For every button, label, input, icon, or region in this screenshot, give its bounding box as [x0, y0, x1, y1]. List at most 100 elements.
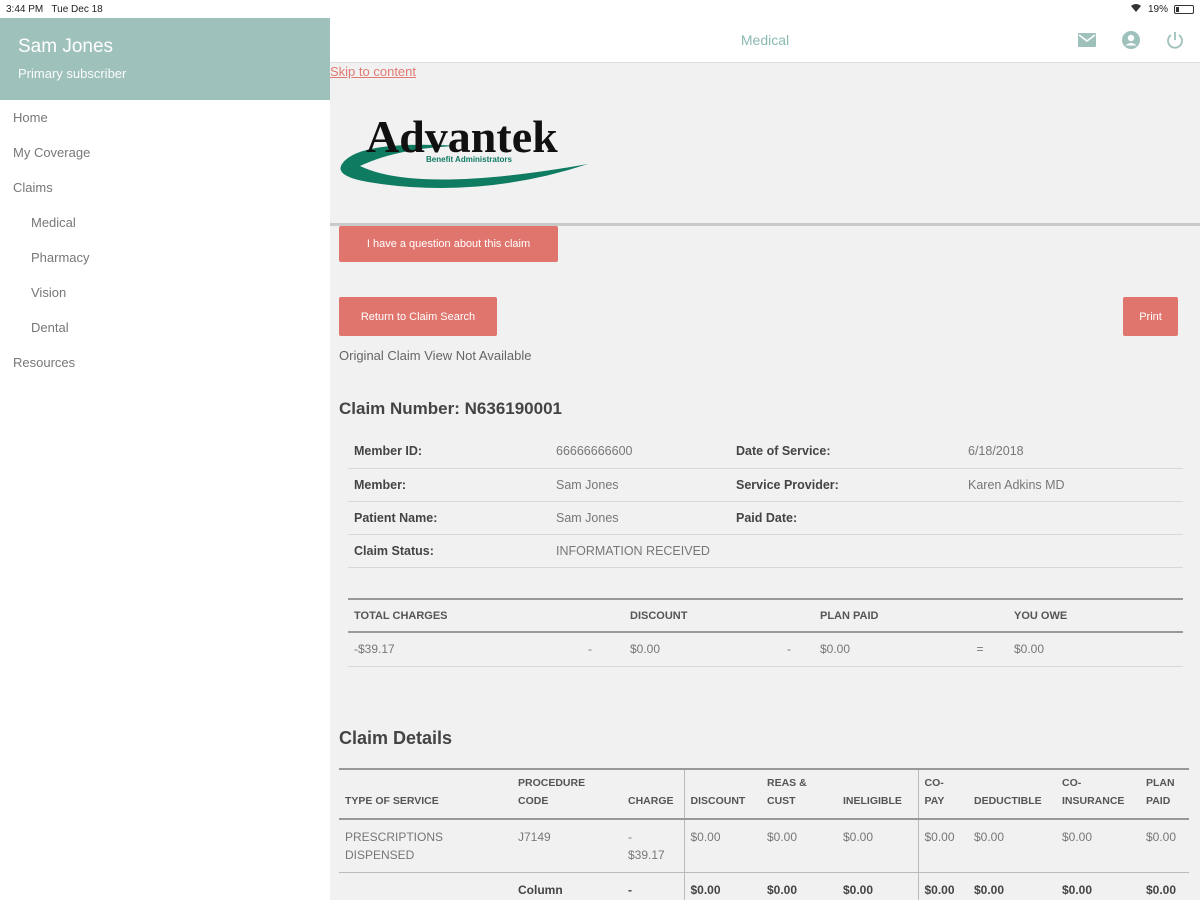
logo-band: Advantek Benefit Administrators — [330, 80, 1200, 226]
return-to-claim-search-button[interactable]: Return to Claim Search — [339, 297, 497, 336]
top-bar-icons — [1076, 29, 1186, 51]
status-bar: 3:44 PM Tue Dec 18 19% — [0, 0, 1200, 18]
page-title: Medical — [740, 32, 790, 48]
sidebar-item-home[interactable]: Home — [0, 108, 330, 143]
table-row: PRESCRIPTIONS DISPENSED J7149 - $39.17 $0.… — [339, 819, 1189, 873]
status-time-date: 3:44 PM Tue Dec 18 — [6, 4, 103, 15]
sidebar-nav: Home My Coverage Claims Medical Pharmacy… — [0, 108, 330, 388]
claim-number: Claim Number: N636190001 — [339, 399, 563, 418]
top-bar: Medical — [330, 18, 1200, 63]
status-time: 3:44 PM — [6, 3, 44, 15]
you-owe-header: YOU OWE — [1008, 598, 1183, 633]
total-charges-header: TOTAL CHARGES — [348, 598, 624, 633]
table-total-row: Column - $0.00 $0.00 $0.00 $0.00 $0.00 $… — [339, 872, 1189, 900]
member-label: Member: — [348, 468, 550, 502]
details-header-row: TYPE OF SERVICE PROCEDURE CODE CHARGE DIS… — [339, 768, 1189, 820]
skip-to-content-link[interactable]: Skip to content — [330, 64, 416, 79]
paid-date-value — [962, 501, 1183, 535]
total-discount-cell: $0.00 — [683, 872, 761, 900]
totals-row: -$39.17 - $0.00 - $0.00 = $0.00 — [348, 632, 1183, 667]
totals-header-row: TOTAL CHARGES DISCOUNT PLAN PAID YOU OWE — [348, 598, 1183, 633]
copay-header-line2: PAY — [924, 795, 945, 807]
discount-value: $0.00 — [624, 632, 764, 667]
patient-name-value: Sam Jones — [550, 501, 730, 535]
power-icon[interactable] — [1164, 29, 1186, 51]
coinsurance-cell: $0.00 — [1056, 819, 1140, 873]
sidebar-item-medical[interactable]: Medical — [0, 213, 330, 248]
plan-paid-header-line2: PAID — [1146, 795, 1171, 807]
member-id-label: Member ID: — [348, 435, 550, 469]
sidebar-item-my-coverage[interactable]: My Coverage — [0, 143, 330, 178]
total-charge-cell: - — [622, 872, 684, 900]
type-of-service-cell: PRESCRIPTIONS DISPENSED — [339, 819, 512, 873]
total-empty-cell — [339, 872, 512, 900]
sidebar: Sam Jones Primary subscriber Home My Cov… — [0, 18, 330, 900]
plan-paid-header: PLAN PAID — [1140, 768, 1189, 820]
procedure-code-cell: J7149 — [512, 819, 622, 873]
sidebar-item-claims[interactable]: Claims — [0, 178, 330, 213]
copay-cell: $0.00 — [917, 819, 968, 873]
sidebar-item-vision[interactable]: Vision — [0, 283, 330, 318]
charge-amount: $39.17 — [628, 848, 665, 862]
total-deductible-cell: $0.00 — [968, 872, 1056, 900]
reas-cust-header: REAS & CUST — [761, 768, 837, 820]
copay-header: CO- PAY — [917, 768, 968, 820]
claim-status-value: INFORMATION RECEIVED — [550, 534, 1183, 568]
claim-details-title: Claim Details — [339, 728, 453, 748]
patient-name-label: Patient Name: — [348, 501, 550, 535]
you-owe-value: $0.00 — [1008, 632, 1183, 667]
advantek-logo: Advantek Benefit Administrators — [340, 111, 588, 188]
service-provider-label: Service Provider: — [730, 468, 962, 502]
status-right: 19% — [1130, 3, 1194, 16]
claim-details-table: TYPE OF SERVICE PROCEDURE CODE CHARGE DIS… — [339, 768, 1189, 900]
sidebar-item-dental[interactable]: Dental — [0, 318, 330, 353]
date-of-service-value: 6/18/2018 — [962, 435, 1183, 469]
member-value: Sam Jones — [550, 468, 730, 502]
type-of-service-line2: DISPENSED — [345, 848, 415, 862]
account-icon[interactable] — [1120, 29, 1142, 51]
deductible-cell: $0.00 — [968, 819, 1056, 873]
coinsurance-header: CO- INSURANCE — [1056, 768, 1140, 820]
info-row: Claim Status: INFORMATION RECEIVED — [348, 534, 1183, 568]
claim-totals-table: TOTAL CHARGES DISCOUNT PLAN PAID YOU OWE… — [348, 598, 1183, 667]
total-copay-cell: $0.00 — [917, 872, 968, 900]
status-date: Tue Dec 18 — [51, 3, 103, 15]
equals-operator: = — [952, 632, 1008, 667]
main-content: Medical Skip to content Advantek Benefit… — [330, 18, 1200, 900]
battery-percent: 19% — [1147, 3, 1168, 15]
copay-header-line1: CO- — [924, 777, 944, 789]
total-reas-cust-cell: $0.00 — [761, 872, 837, 900]
mail-icon[interactable] — [1076, 29, 1098, 51]
total-plan-paid-cell: $0.00 — [1140, 872, 1189, 900]
discount-header: DISCOUNT — [624, 598, 814, 633]
user-role: Primary subscriber — [18, 66, 127, 81]
question-about-claim-button[interactable]: I have a question about this claim — [339, 226, 558, 262]
claim-info-table: Member ID: 66666666600 Date of Service: … — [348, 435, 1183, 568]
procedure-code-header-line1: PROCEDURE — [518, 777, 586, 789]
sidebar-user-header[interactable]: Sam Jones Primary subscriber — [0, 18, 330, 100]
claim-status-label: Claim Status: — [348, 534, 550, 568]
sidebar-item-pharmacy[interactable]: Pharmacy — [0, 248, 330, 283]
service-provider-value: Karen Adkins MD — [962, 468, 1183, 502]
wifi-icon — [1130, 3, 1142, 16]
user-name: Sam Jones — [18, 36, 114, 57]
total-label-cell: Column — [512, 872, 622, 900]
member-id-value: 66666666600 — [550, 435, 730, 469]
coinsurance-header-line1: CO- — [1062, 777, 1082, 789]
print-button[interactable]: Print — [1123, 297, 1178, 336]
procedure-code-header: PROCEDURE CODE — [512, 768, 622, 820]
info-row: Patient Name: Sam Jones Paid Date: — [348, 501, 1183, 535]
discount-cell: $0.00 — [683, 819, 761, 873]
minus-operator: - — [556, 632, 624, 667]
paid-date-label: Paid Date: — [730, 501, 962, 535]
plan-paid-cell: $0.00 — [1140, 819, 1189, 873]
reas-cust-header-line2: CUST — [767, 795, 796, 807]
ineligible-header: INELIGIBLE — [837, 768, 918, 820]
ineligible-cell: $0.00 — [837, 819, 918, 873]
procedure-code-header-line2: CODE — [518, 795, 549, 807]
plan-paid-value: $0.00 — [814, 632, 952, 667]
sidebar-item-resources[interactable]: Resources — [0, 353, 330, 388]
type-of-service-line1: PRESCRIPTIONS — [345, 830, 444, 844]
minus-operator: - — [764, 632, 814, 667]
plan-paid-header-line1: PLAN — [1146, 777, 1175, 789]
